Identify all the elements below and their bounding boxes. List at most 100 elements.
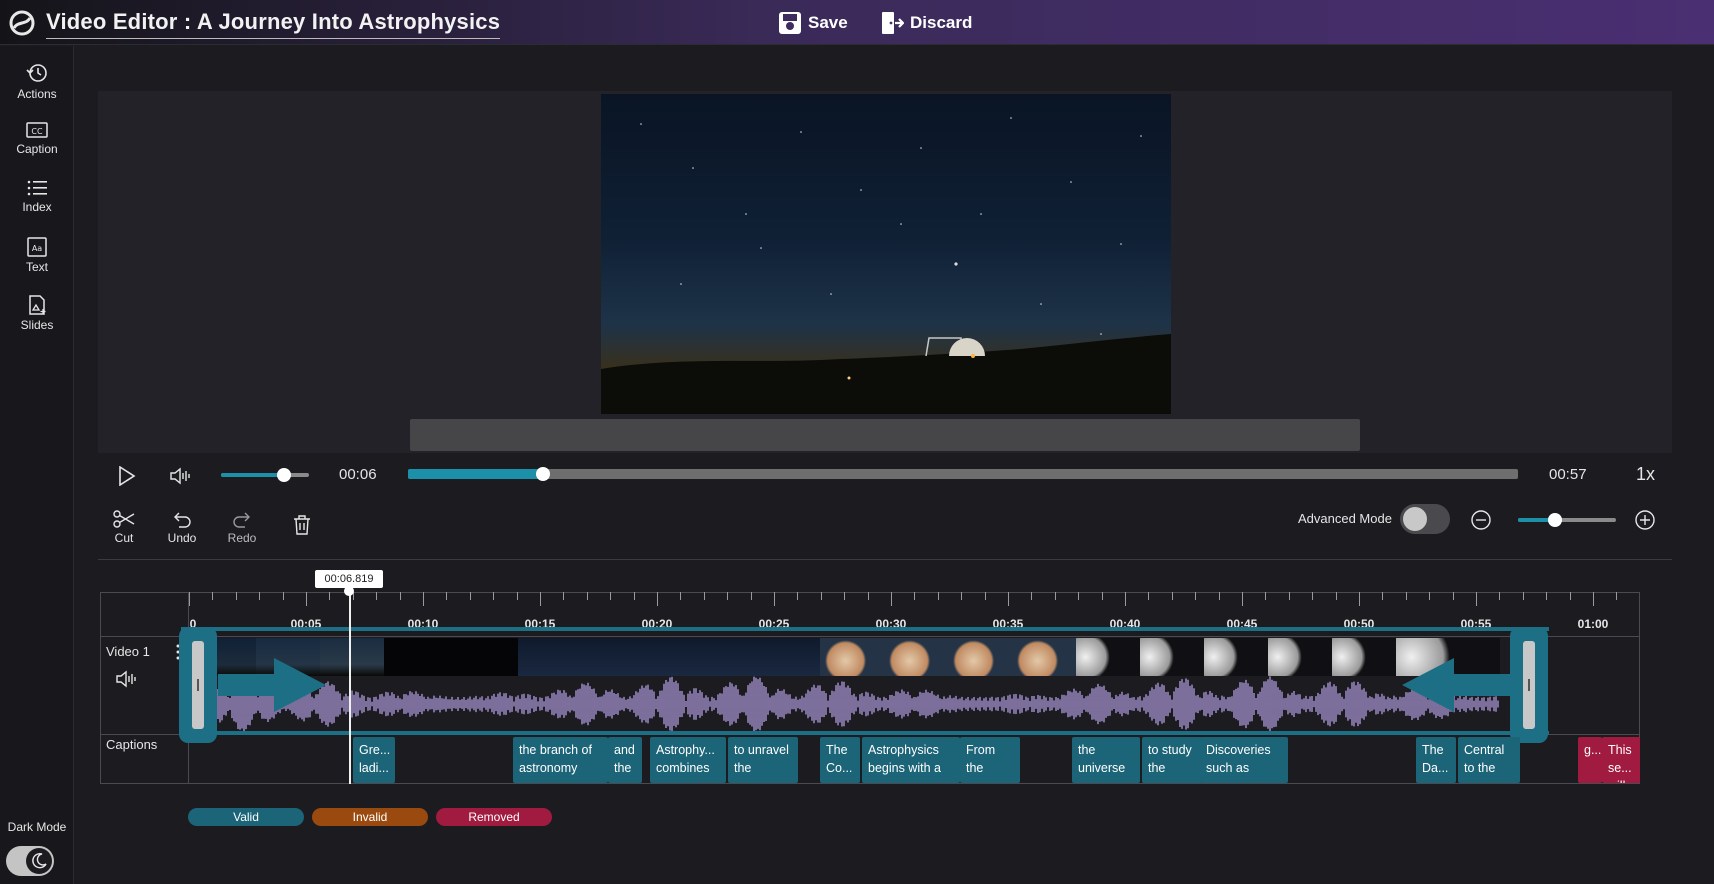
sidebar-item-label: Actions: [17, 87, 57, 101]
captions-track-label: Captions: [106, 737, 158, 752]
arrow-right-icon: [218, 658, 326, 712]
caption-block[interactable]: to unravel the: [728, 737, 798, 783]
toggle-knob: [26, 848, 52, 874]
ruler-tick: [1148, 592, 1150, 600]
ruler-tick: [1546, 592, 1548, 600]
video-frame[interactable]: [601, 94, 1171, 414]
caption-block[interactable]: This se... will de...: [1602, 737, 1640, 783]
ruler-tick: [1335, 592, 1337, 600]
cut-button[interactable]: Cut: [99, 509, 149, 545]
ruler-tick: [376, 592, 378, 600]
ruler-tick: [540, 592, 541, 606]
ruler-tick: [1101, 592, 1103, 600]
caption-block[interactable]: Gre... ladi...: [353, 737, 395, 783]
ruler-tick: [212, 592, 214, 600]
ruler-tick: [1569, 592, 1571, 600]
legend-valid: Valid: [188, 808, 304, 826]
trim-grip: [192, 641, 204, 729]
caption-block[interactable]: From the: [960, 737, 1020, 783]
caption-block[interactable]: g...: [1578, 737, 1602, 783]
trim-end-handle[interactable]: [1510, 627, 1548, 743]
seek-bar[interactable]: [408, 467, 1518, 481]
advanced-mode-label: Advanced Mode: [1298, 511, 1392, 526]
caption-block[interactable]: The Da...: [1416, 737, 1456, 783]
ruler-tick: [1265, 592, 1267, 600]
track-volume-icon[interactable]: [116, 670, 138, 688]
caption-block[interactable]: and the: [608, 737, 642, 783]
save-button[interactable]: Save: [778, 9, 848, 37]
cut-label: Cut: [114, 531, 134, 545]
volume-icon[interactable]: [170, 467, 192, 485]
ruler-tick: [1593, 592, 1594, 606]
caption-block[interactable]: The Co...: [820, 737, 860, 783]
ruler-tick: [844, 592, 846, 600]
ruler-tick: [586, 592, 588, 600]
current-time: 00:06: [339, 466, 377, 483]
sidebar-item-label: Caption: [16, 142, 58, 156]
playback-speed-button[interactable]: 1x: [1636, 464, 1655, 485]
discard-button[interactable]: Discard: [880, 9, 972, 37]
ruler-tick: [750, 592, 752, 600]
moon-icon: [32, 852, 47, 869]
ruler-tick: [703, 592, 705, 600]
trim-start-handle[interactable]: [179, 627, 217, 743]
video-track-label: Video 1: [106, 644, 150, 659]
list-icon: [27, 180, 47, 196]
sidebar-item-actions[interactable]: Actions: [0, 62, 74, 101]
caption-block[interactable]: the branch of astronomy: [513, 737, 608, 783]
ruler-tick-label: 01:00: [1577, 617, 1609, 631]
dark-mode-toggle[interactable]: [6, 846, 54, 876]
redo-button[interactable]: Redo: [217, 509, 267, 545]
playhead[interactable]: [349, 588, 351, 784]
caption-block[interactable]: the universe: [1072, 737, 1140, 783]
sidebar-item-index[interactable]: Index: [0, 179, 74, 214]
sidebar-item-slides[interactable]: Slides: [0, 295, 74, 332]
undo-icon: [174, 512, 191, 528]
ruler-tick: [680, 592, 682, 600]
ruler-tick: [1218, 592, 1220, 600]
ruler-tick: [1382, 592, 1384, 600]
ruler-tick: [235, 592, 237, 600]
play-icon[interactable]: [118, 466, 136, 486]
zoom-in-icon[interactable]: [1634, 509, 1656, 531]
legend-invalid: Invalid: [312, 808, 428, 826]
ruler-tick: [1242, 592, 1243, 606]
zoom-out-icon[interactable]: [1470, 509, 1492, 531]
caption-block[interactable]: Central to the: [1458, 737, 1520, 783]
sidebar-item-caption[interactable]: CC Caption: [0, 121, 74, 156]
track-labels-column: [100, 592, 189, 784]
sidebar-item-text[interactable]: Aa Text: [0, 237, 74, 274]
slides-icon: [29, 295, 46, 315]
volume-slider[interactable]: [221, 468, 309, 482]
zoom-slider[interactable]: [1518, 513, 1616, 527]
night-sky-observatory-image: [601, 117, 1171, 414]
volume-slider-knob[interactable]: [277, 468, 291, 482]
ruler-tick: [610, 592, 612, 600]
ruler-tick: [423, 592, 424, 606]
ruler-tick: [1008, 592, 1009, 606]
caption-block[interactable]: Discoveries such as: [1200, 737, 1288, 783]
save-icon: [779, 12, 801, 34]
svg-text:CC: CC: [31, 127, 43, 136]
advanced-mode-toggle[interactable]: [1400, 504, 1450, 534]
toggle-knob: [1403, 507, 1427, 531]
zoom-slider-knob[interactable]: [1548, 513, 1562, 527]
undo-button[interactable]: Undo: [157, 509, 207, 545]
ruler-tick: [493, 592, 495, 600]
ruler-tick: [984, 592, 986, 600]
ruler-tick: [1054, 592, 1056, 600]
caption-block[interactable]: to study the: [1142, 737, 1202, 783]
seek-bar-knob[interactable]: [536, 467, 550, 481]
ruler-tick: [563, 592, 565, 600]
ruler-tick: [306, 592, 307, 606]
caption-preview-bar: [410, 419, 1360, 451]
caption-block[interactable]: Astrophysics begins with a: [862, 737, 960, 783]
ruler-tick: [399, 592, 401, 600]
trash-icon[interactable]: [292, 514, 312, 536]
caption-block[interactable]: Astrophy... combines: [650, 737, 726, 783]
ruler-tick: [633, 592, 635, 600]
sidebar-item-label: Slides: [20, 318, 54, 332]
ruler-tick: [1429, 592, 1431, 600]
ruler-tick: [469, 592, 471, 600]
dark-mode-label: Dark Mode: [7, 820, 67, 834]
